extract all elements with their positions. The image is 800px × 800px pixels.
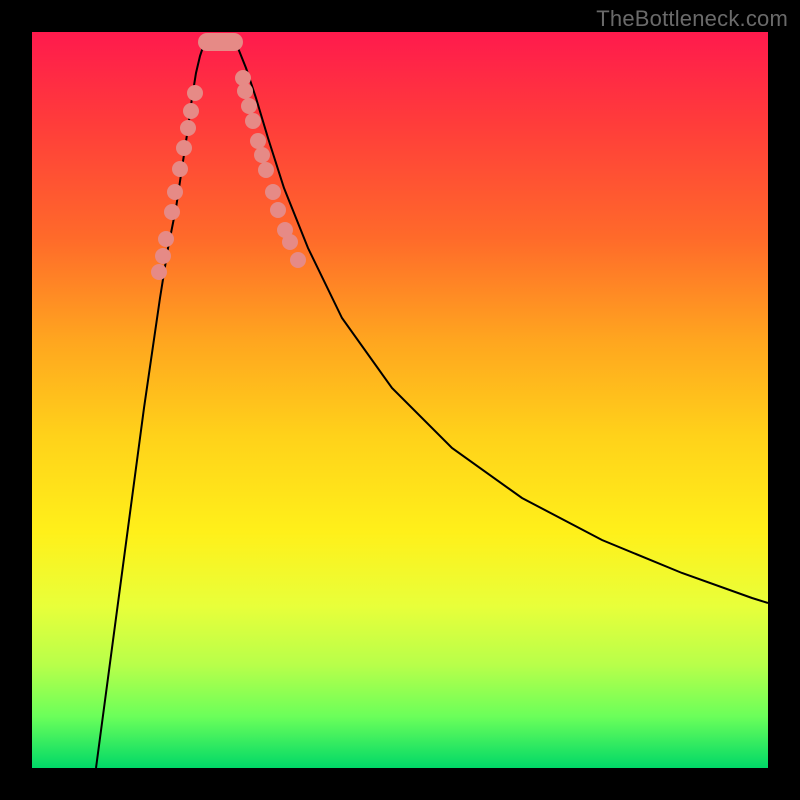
highlight-dot [176,140,192,156]
highlight-dot [250,133,266,149]
watermark-text: TheBottleneck.com [596,6,788,32]
highlight-dot [254,147,270,163]
highlight-dot [151,264,167,280]
curve-right-branch [232,37,768,603]
highlight-dot [187,85,203,101]
highlight-dot [237,83,253,99]
highlight-dot [270,202,286,218]
highlight-dot [167,184,183,200]
highlight-dot [180,120,196,136]
highlight-dot [183,103,199,119]
highlight-dot [241,98,257,114]
highlight-dot [164,204,180,220]
highlight-dot [282,234,298,250]
highlight-dot [155,248,171,264]
highlight-dot [172,161,188,177]
chart-frame: TheBottleneck.com [0,0,800,800]
chart-svg [32,32,768,768]
highlight-dot [258,162,274,178]
plot-area [32,32,768,768]
highlight-dot [265,184,281,200]
highlight-dot [158,231,174,247]
highlight-dot [245,113,261,129]
highlight-dot [290,252,306,268]
highlight-dots-group [151,70,306,280]
